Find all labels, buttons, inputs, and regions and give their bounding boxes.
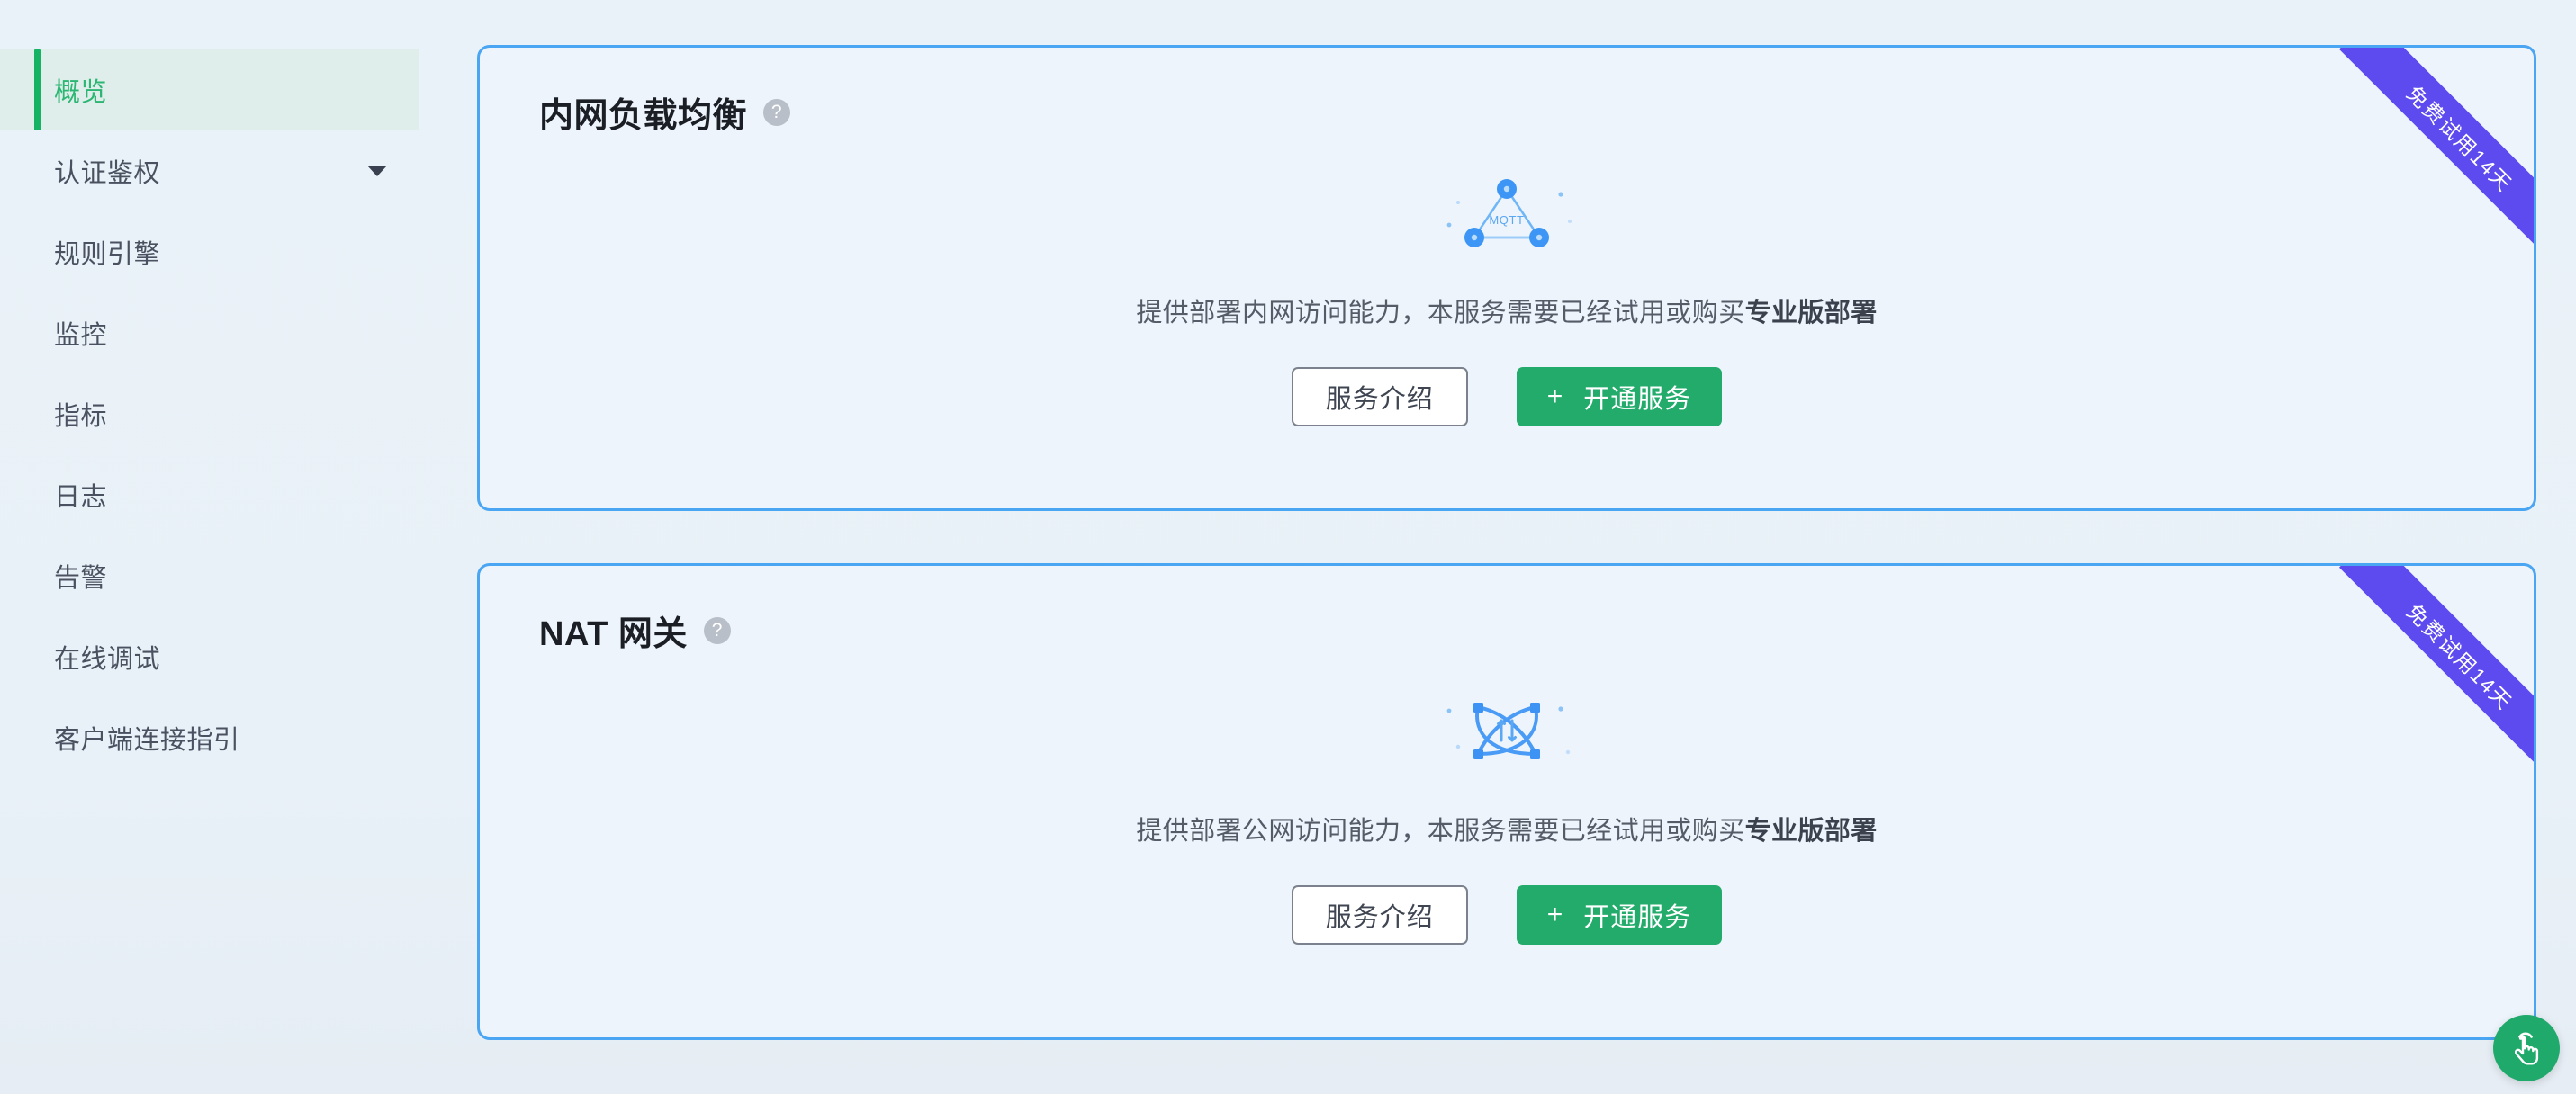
service-card-nat-gateway: 免费试用14天 NAT 网关 ? 提供部署公网访问能力，本服务需要已经试用或购买… bbox=[477, 563, 2536, 1040]
sidebar-item-label: 在线调试 bbox=[54, 645, 161, 674]
sidebar-item-label: 概览 bbox=[54, 78, 108, 107]
hand-tap-icon bbox=[2514, 1032, 2539, 1065]
card-description: 提供部署公网访问能力，本服务需要已经试用或购买专业版部署 bbox=[480, 810, 2534, 847]
nat-gateway-icon bbox=[1446, 703, 1571, 759]
plus-icon: + bbox=[1546, 900, 1564, 929]
sidebar-item-label: 指标 bbox=[54, 402, 108, 431]
card-actions: 服务介绍 + 开通服务 bbox=[480, 367, 2534, 426]
mqtt-triangle-icon: MQTT bbox=[1446, 179, 1572, 247]
sidebar-item-overview[interactable]: 概览 bbox=[0, 49, 419, 130]
sidebar-item-label: 日志 bbox=[54, 483, 108, 512]
sidebar-item-label: 规则引擎 bbox=[54, 240, 161, 269]
sidebar-item-rule-engine[interactable]: 规则引擎 bbox=[0, 211, 419, 292]
sidebar-item-client-connection-guide[interactable]: 客户端连接指引 bbox=[0, 697, 419, 778]
enable-service-button[interactable]: + 开通服务 bbox=[1516, 367, 1723, 426]
card-description-strong: 专业版部署 bbox=[1744, 299, 1878, 327]
sidebar-item-online-debug[interactable]: 在线调试 bbox=[0, 616, 419, 697]
enable-service-button-label: 开通服务 bbox=[1583, 903, 1692, 932]
card-description-strong: 专业版部署 bbox=[1744, 817, 1878, 846]
app-root: 概览 认证鉴权 规则引擎 监控 指标 日志 告警 在线调试 客户端连接指引 免费… bbox=[0, 0, 2576, 1094]
card-title: NAT 网关 ? bbox=[480, 605, 2534, 655]
service-intro-button[interactable]: 服务介绍 bbox=[1291, 885, 1468, 945]
card-description: 提供部署内网访问能力，本服务需要已经试用或购买专业版部署 bbox=[480, 291, 2534, 329]
help-circle-icon[interactable]: ? bbox=[763, 98, 791, 126]
help-circle-icon[interactable]: ? bbox=[703, 616, 731, 644]
sidebar-item-label: 告警 bbox=[54, 564, 108, 593]
service-card-internal-load-balancer: 免费试用14天 内网负载均衡 ? MQTT 提供部署内网访问能力，本服务需要已经… bbox=[477, 45, 2536, 511]
sidebar-item-metrics[interactable]: 指标 bbox=[0, 373, 419, 454]
sidebar-item-label: 认证鉴权 bbox=[54, 159, 161, 188]
enable-service-button-label: 开通服务 bbox=[1583, 385, 1692, 414]
card-title-text: 内网负载均衡 bbox=[539, 97, 748, 135]
plus-icon: + bbox=[1546, 381, 1564, 411]
chevron-down-icon[interactable] bbox=[367, 166, 387, 176]
sidebar: 概览 认证鉴权 规则引擎 监控 指标 日志 告警 在线调试 客户端连接指引 bbox=[0, 0, 419, 1094]
card-title-text: NAT 网关 bbox=[539, 615, 688, 653]
svg-text:MQTT: MQTT bbox=[1489, 213, 1524, 227]
sidebar-item-monitor[interactable]: 监控 bbox=[0, 292, 419, 373]
card-description-text: 提供部署内网访问能力，本服务需要已经试用或购买 bbox=[1136, 299, 1745, 327]
floating-guide-button[interactable] bbox=[2493, 1015, 2560, 1081]
card-actions: 服务介绍 + 开通服务 bbox=[480, 885, 2534, 945]
enable-service-button[interactable]: + 开通服务 bbox=[1516, 885, 1723, 945]
service-intro-button[interactable]: 服务介绍 bbox=[1291, 367, 1468, 426]
main-content: 免费试用14天 内网负载均衡 ? MQTT 提供部署内网访问能力，本服务需要已经… bbox=[419, 0, 2576, 1094]
sidebar-item-label: 客户端连接指引 bbox=[54, 726, 240, 755]
sidebar-item-alerts[interactable]: 告警 bbox=[0, 535, 419, 616]
sidebar-item-label: 监控 bbox=[54, 321, 108, 350]
card-illustration bbox=[480, 662, 2534, 797]
sidebar-item-logs[interactable]: 日志 bbox=[0, 454, 419, 535]
card-title: 内网负载均衡 ? bbox=[480, 87, 2534, 137]
card-illustration: MQTT bbox=[480, 144, 2534, 279]
card-description-text: 提供部署公网访问能力，本服务需要已经试用或购买 bbox=[1136, 817, 1745, 846]
sidebar-item-auth[interactable]: 认证鉴权 bbox=[0, 130, 419, 211]
